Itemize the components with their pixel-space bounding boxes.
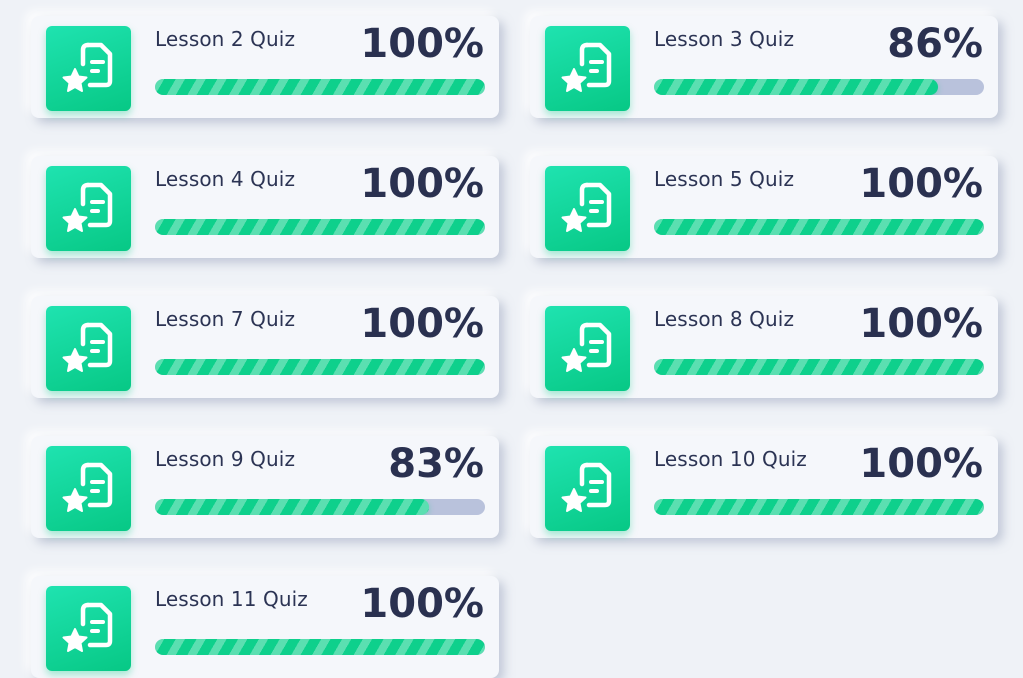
progress-track <box>654 219 984 235</box>
progress-track <box>155 359 485 375</box>
quiz-document-star-icon <box>62 462 113 512</box>
quiz-percent: 100% <box>859 301 983 347</box>
quiz-card-9[interactable]: Lesson 11 Quiz 100% <box>31 576 499 678</box>
quiz-percent: 100% <box>360 581 484 627</box>
quiz-document-star-icon <box>62 602 113 652</box>
quiz-document-star-icon <box>62 42 113 92</box>
quiz-icon-tile <box>545 446 630 531</box>
quiz-percent: 100% <box>859 441 983 487</box>
quiz-card-8[interactable]: Lesson 10 Quiz 100% <box>530 436 998 538</box>
quiz-percent: 100% <box>360 301 484 347</box>
quiz-document-star-icon <box>561 462 612 512</box>
quiz-percent: 100% <box>859 161 983 207</box>
progress-fill <box>654 499 984 515</box>
progress-fill <box>654 359 984 375</box>
quiz-card-4[interactable]: Lesson 5 Quiz 100% <box>530 156 998 258</box>
quiz-label: Lesson 2 Quiz <box>155 27 296 51</box>
progress-track <box>654 499 984 515</box>
quiz-icon-tile <box>46 26 131 111</box>
quiz-label: Lesson 4 Quiz <box>155 167 296 191</box>
quiz-document-star-icon <box>62 322 113 372</box>
quiz-icon-tile <box>545 166 630 251</box>
progress-track <box>155 79 485 95</box>
quiz-label: Lesson 8 Quiz <box>654 307 795 331</box>
progress-fill <box>654 79 938 95</box>
quiz-card-7[interactable]: Lesson 9 Quiz 83% <box>31 436 499 538</box>
progress-track <box>654 359 984 375</box>
quiz-icon-tile <box>545 306 630 391</box>
progress-track <box>155 219 485 235</box>
quiz-label: Lesson 10 Quiz <box>654 447 807 471</box>
quiz-progress-grid: Lesson 2 Quiz 100% Lesson 3 Quiz 86% Les… <box>0 0 1023 678</box>
quiz-icon-tile <box>46 586 131 671</box>
quiz-card-1[interactable]: Lesson 2 Quiz 100% <box>31 16 499 118</box>
quiz-icon-tile <box>46 306 131 391</box>
progress-fill <box>654 219 984 235</box>
quiz-percent: 86% <box>887 21 983 67</box>
quiz-percent: 83% <box>388 441 484 487</box>
quiz-icon-tile <box>545 26 630 111</box>
progress-track <box>155 499 485 515</box>
quiz-card-2[interactable]: Lesson 3 Quiz 86% <box>530 16 998 118</box>
quiz-card-3[interactable]: Lesson 4 Quiz 100% <box>31 156 499 258</box>
quiz-icon-tile <box>46 166 131 251</box>
quiz-label: Lesson 9 Quiz <box>155 447 296 471</box>
progress-fill <box>155 639 485 655</box>
quiz-label: Lesson 5 Quiz <box>654 167 795 191</box>
quiz-label: Lesson 7 Quiz <box>155 307 296 331</box>
quiz-label: Lesson 3 Quiz <box>654 27 795 51</box>
quiz-card-6[interactable]: Lesson 8 Quiz 100% <box>530 296 998 398</box>
quiz-icon-tile <box>46 446 131 531</box>
progress-fill <box>155 359 485 375</box>
progress-track <box>155 639 485 655</box>
progress-fill <box>155 79 485 95</box>
quiz-percent: 100% <box>360 21 484 67</box>
progress-track <box>654 79 984 95</box>
quiz-document-star-icon <box>561 182 612 232</box>
progress-fill <box>155 219 485 235</box>
quiz-card-5[interactable]: Lesson 7 Quiz 100% <box>31 296 499 398</box>
quiz-document-star-icon <box>561 42 612 92</box>
quiz-document-star-icon <box>561 322 612 372</box>
quiz-percent: 100% <box>360 161 484 207</box>
quiz-document-star-icon <box>62 182 113 232</box>
quiz-label: Lesson 11 Quiz <box>155 587 308 611</box>
progress-fill <box>155 499 429 515</box>
